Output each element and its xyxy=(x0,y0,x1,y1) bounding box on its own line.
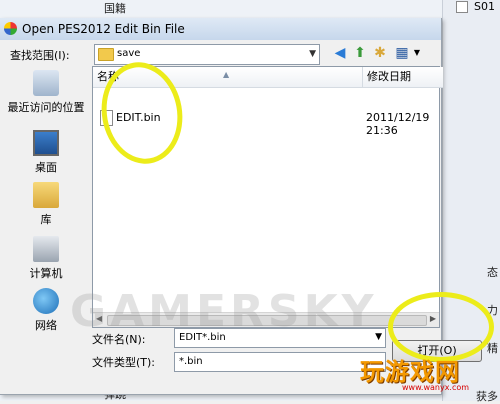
watermark: GAMERSKY xyxy=(70,286,378,337)
recent-places-icon xyxy=(33,70,59,96)
open-file-dialog: Open PES2012 Edit Bin File 查找范围(I): save… xyxy=(0,18,482,395)
lookin-label: 查找范围(I): xyxy=(10,49,70,62)
up-folder-icon[interactable]: ⬆ xyxy=(351,44,369,62)
dialog-title: Open PES2012 Edit Bin File xyxy=(22,22,185,36)
bg-checkbox[interactable] xyxy=(456,1,468,13)
place-computer-label: 计算机 xyxy=(29,267,63,280)
sort-ascending-icon: ▲ xyxy=(223,70,230,79)
place-computer[interactable]: 计算机 xyxy=(4,236,88,281)
place-recent[interactable]: 最近访问的位置 xyxy=(4,70,88,115)
filetype-select[interactable]: *.bin xyxy=(174,352,386,372)
place-desktop[interactable]: 桌面 xyxy=(4,130,88,175)
dialog-titlebar[interactable]: Open PES2012 Edit Bin File xyxy=(0,18,441,40)
filetype-value: *.bin xyxy=(179,356,203,367)
network-icon xyxy=(33,288,59,314)
place-library-label: 库 xyxy=(40,213,52,226)
lookin-value: save xyxy=(117,48,141,59)
column-header-date[interactable]: 修改日期 xyxy=(363,67,443,88)
place-desktop-label: 桌面 xyxy=(35,161,57,174)
app-icon xyxy=(4,22,17,35)
place-recent-label: 最近访问的位置 xyxy=(7,101,85,114)
place-library[interactable]: 库 xyxy=(4,182,88,227)
filetype-label: 文件类型(T): xyxy=(92,356,156,369)
bg-fragment-3: 精 xyxy=(487,342,498,355)
back-icon[interactable]: ◀ xyxy=(331,44,349,62)
new-folder-icon[interactable]: ✱ xyxy=(371,44,389,62)
desktop-icon xyxy=(33,130,59,156)
bg-label-s01: S01 xyxy=(474,0,495,13)
folder-icon xyxy=(98,48,114,61)
view-menu-chevron-icon[interactable]: ▼ xyxy=(408,44,426,62)
bg-fragment-1: 态 xyxy=(487,266,498,279)
site-logo: 玩游戏网 xyxy=(360,358,460,386)
computer-icon xyxy=(33,236,59,262)
site-logo-url: www.wanyx.com xyxy=(402,383,470,392)
column-date-label: 修改日期 xyxy=(367,70,411,83)
bg-fragment-4: 获多 xyxy=(476,390,498,403)
lookin-dropdown[interactable]: save ▼ xyxy=(94,44,320,65)
library-icon xyxy=(33,182,59,208)
chevron-down-icon: ▼ xyxy=(309,49,316,59)
bg-label-nationality: 国籍 xyxy=(104,2,126,15)
file-date: 2011/12/19 21:36 xyxy=(366,111,430,137)
